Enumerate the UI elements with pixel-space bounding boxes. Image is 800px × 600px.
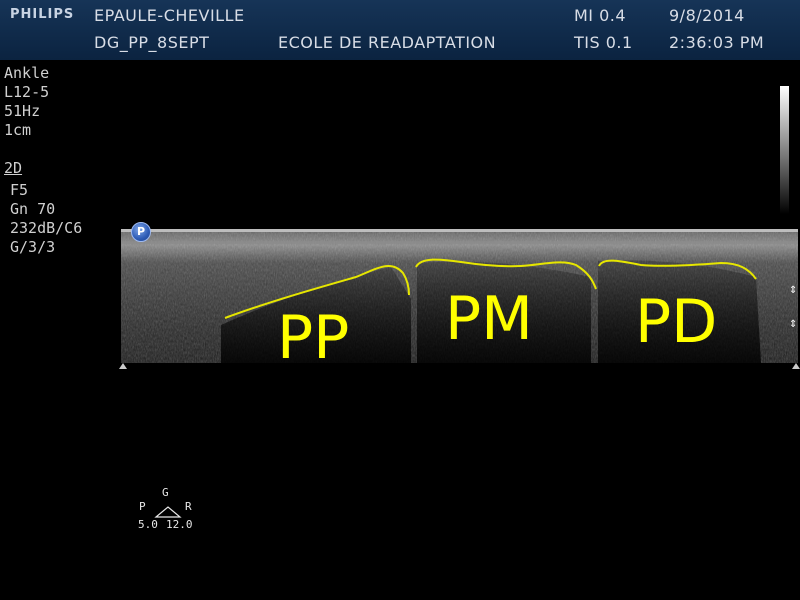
exam-time: 2:36:03 PM <box>669 33 765 52</box>
param-frame-rate: 51Hz <box>4 102 41 120</box>
compound-p-label: P <box>139 500 146 513</box>
label-pp: PP <box>277 303 350 373</box>
institution-name: ECOLE DE READAPTATION <box>278 33 497 52</box>
grayscale-bar <box>780 86 789 214</box>
patient-id: DG_PP_8SEPT <box>94 33 210 52</box>
exam-name: EPAULE-CHEVILLE <box>94 6 245 25</box>
depth-marker-1: ⇕ <box>789 285 797 296</box>
depth-marker-2: ⇕ <box>789 319 797 330</box>
param-mode: 2D <box>4 159 23 177</box>
thermal-index: TIS 0.1 <box>574 33 633 52</box>
param-focus: F5 <box>10 181 29 199</box>
param-probe: L12-5 <box>4 83 50 101</box>
exam-date: 9/8/2014 <box>669 6 745 25</box>
param-gain: Gn 70 <box>10 200 56 218</box>
compound-r-value: 12.0 <box>166 518 193 531</box>
skin-line <box>121 229 798 232</box>
ultrasound-screen: PHILIPS EPAULE-CHEVILLE DG_PP_8SEPT ECOL… <box>0 0 800 600</box>
compound-p-value: 5.0 <box>138 518 158 531</box>
fascia-line <box>121 241 798 244</box>
label-pm: PM <box>445 284 533 354</box>
compound-r-label: R <box>185 500 192 513</box>
param-dynamic-range: 232dB/C6 <box>10 219 83 237</box>
header-bar: PHILIPS EPAULE-CHEVILLE DG_PP_8SEPT ECOL… <box>0 0 800 60</box>
param-preset: Ankle <box>4 64 50 82</box>
param-gsettings: G/3/3 <box>10 238 56 256</box>
mechanical-index: MI 0.4 <box>574 6 627 25</box>
label-pd: PD <box>635 287 718 357</box>
philips-logo: PHILIPS <box>10 7 75 22</box>
right-edge-marker <box>792 363 800 369</box>
compound-g-label: G <box>162 486 169 499</box>
left-edge-marker <box>119 363 127 369</box>
param-depth: 1cm <box>4 121 32 139</box>
probe-orientation-marker: P <box>131 222 151 242</box>
